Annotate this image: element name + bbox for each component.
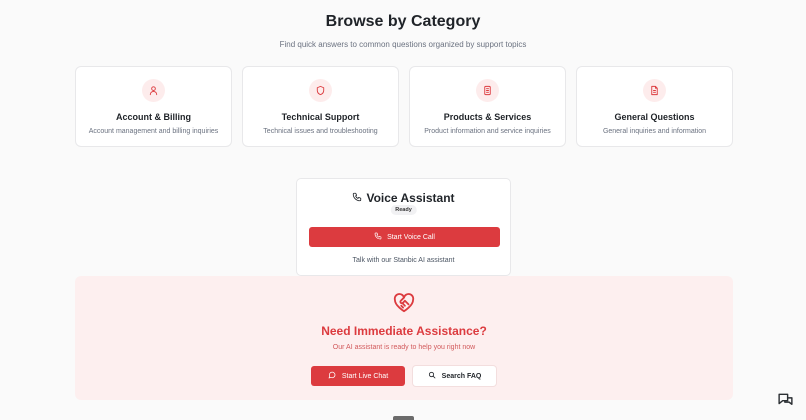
assistance-subtitle: Our AI assistant is ready to help you ri… — [332, 344, 476, 351]
user-icon — [142, 79, 165, 102]
voice-assistant-title: Voice Assistant — [366, 191, 455, 205]
search-icon — [428, 371, 436, 381]
assistance-panel: Need Immediate Assistance? Our AI assist… — [75, 276, 733, 400]
scroll-indicator[interactable] — [393, 416, 414, 420]
chat-bubble-icon — [328, 371, 336, 381]
phone-icon — [352, 189, 362, 207]
category-description: Product information and service inquirie… — [424, 128, 551, 135]
category-title: General Questions — [614, 112, 695, 122]
category-card-account-billing[interactable]: Account & Billing Account management and… — [75, 66, 232, 147]
search-faq-button[interactable]: Search FAQ — [413, 366, 496, 386]
category-description: General inquiries and information — [602, 128, 707, 135]
voice-assistant-note: Talk with our Stanbic AI assistant — [352, 257, 455, 264]
search-faq-label: Search FAQ — [441, 372, 482, 380]
start-voice-call-label: Start Voice Call — [387, 233, 435, 241]
assistance-title: Need Immediate Assistance? — [321, 324, 487, 338]
category-description: Account management and billing inquiries — [88, 128, 219, 135]
chat-widget-button[interactable] — [770, 387, 800, 417]
device-icon — [476, 79, 499, 102]
phone-icon — [374, 232, 382, 242]
shield-icon — [309, 79, 332, 102]
category-title: Technical Support — [281, 112, 360, 122]
page-subtitle: Find quick answers to common questions o… — [279, 40, 527, 49]
chat-widget-icon — [777, 392, 794, 413]
category-description: Technical issues and troubleshooting — [263, 128, 378, 135]
category-grid: Account & Billing Account management and… — [75, 66, 733, 147]
start-live-chat-button[interactable]: Start Live Chat — [311, 366, 405, 386]
status-badge: Ready — [390, 205, 417, 215]
voice-assistant-card: Voice Assistant Ready Start Voice Call T… — [296, 178, 511, 276]
category-card-technical-support[interactable]: Technical Support Technical issues and t… — [242, 66, 399, 147]
category-card-products-services[interactable]: Products & Services Product information … — [409, 66, 566, 147]
page-title: Browse by Category — [325, 13, 481, 30]
start-voice-call-button[interactable]: Start Voice Call — [309, 227, 500, 247]
start-live-chat-label: Start Live Chat — [341, 372, 389, 380]
document-icon — [643, 79, 666, 102]
category-title: Account & Billing — [116, 112, 191, 122]
heart-handshake-icon — [75, 293, 733, 313]
category-title: Products & Services — [443, 112, 532, 122]
category-card-general-questions[interactable]: General Questions General inquiries and … — [576, 66, 733, 147]
